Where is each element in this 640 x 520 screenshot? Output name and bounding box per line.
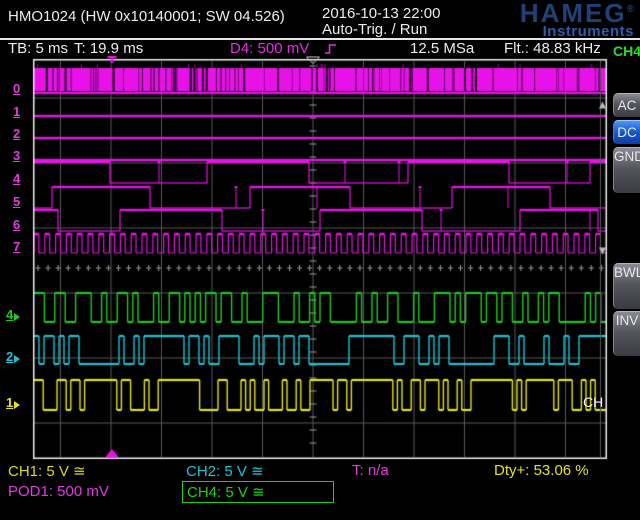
- oscilloscope-screen: HMO1024 (HW 0x10140001; SW 04.526) 2016-…: [0, 0, 640, 520]
- registered-icon: ®: [627, 4, 634, 15]
- pod-bit-label-1: 1: [13, 104, 20, 119]
- coupling-ac-button[interactable]: AC: [613, 93, 640, 117]
- waveform-display: [0, 56, 640, 460]
- filter-readout: Flt.: 48.83 kHz: [504, 40, 601, 57]
- trigger-time-readout: T: 19.9 ms: [74, 40, 143, 57]
- trigger-source-readout: D4: 500 mV: [230, 40, 309, 57]
- coupling-gnd-button[interactable]: GND: [613, 147, 640, 193]
- channel-label-ch4: 4: [6, 307, 20, 322]
- pod-bit-label-4: 4: [13, 171, 20, 186]
- device-title: HMO1024 (HW 0x10140001; SW 04.526): [8, 8, 285, 25]
- waveform-overlay-label: CH: [583, 394, 603, 410]
- channel-label-ch1: 1: [6, 395, 20, 410]
- duty-cycle-readout: Dty+: 53.06 %: [494, 462, 589, 479]
- pod1-scale-readout: POD1: 500 mV: [8, 483, 109, 500]
- ch1-scale-readout: CH1: 5 V ≅: [8, 462, 86, 480]
- ground-marker-icon: [14, 401, 20, 409]
- pod-bit-label-3: 3: [13, 148, 20, 163]
- hameg-logo: HAMEG® Instruments: [520, 0, 634, 39]
- datetime: 2016-10-13 22:00: [322, 5, 440, 22]
- pod-bit-label-2: 2: [13, 126, 20, 141]
- pod-bit-label-5: 5: [13, 194, 20, 209]
- ch4-scale-readout: CH4: 5 V ≅: [187, 483, 265, 501]
- samplerate-readout: 12.5 MSa: [410, 40, 474, 57]
- coupling-dc-button[interactable]: DC: [613, 120, 640, 144]
- invert-button[interactable]: INV: [613, 311, 640, 356]
- trigger-status: Auto-Trig. / Run: [322, 21, 427, 38]
- ground-marker-icon: [14, 355, 20, 363]
- pod-bit-label-7: 7: [13, 239, 20, 254]
- trigger-freq-readout: T: n/a: [352, 462, 389, 479]
- ch2-scale-readout: CH2: 5 V ≅: [186, 462, 264, 480]
- timebase-readout: TB: 5 ms: [8, 40, 68, 57]
- ground-marker-icon: [14, 313, 20, 321]
- ch4-selected-box[interactable]: CH4: 5 V ≅: [182, 481, 334, 503]
- pod-bit-label-0: 0: [13, 81, 20, 96]
- pod-bit-label-6: 6: [13, 217, 20, 232]
- channel-label-ch2: 2: [6, 349, 20, 364]
- bandwidth-limit-button[interactable]: BWL: [613, 263, 640, 309]
- menu-channel-label: CH4: [613, 45, 640, 57]
